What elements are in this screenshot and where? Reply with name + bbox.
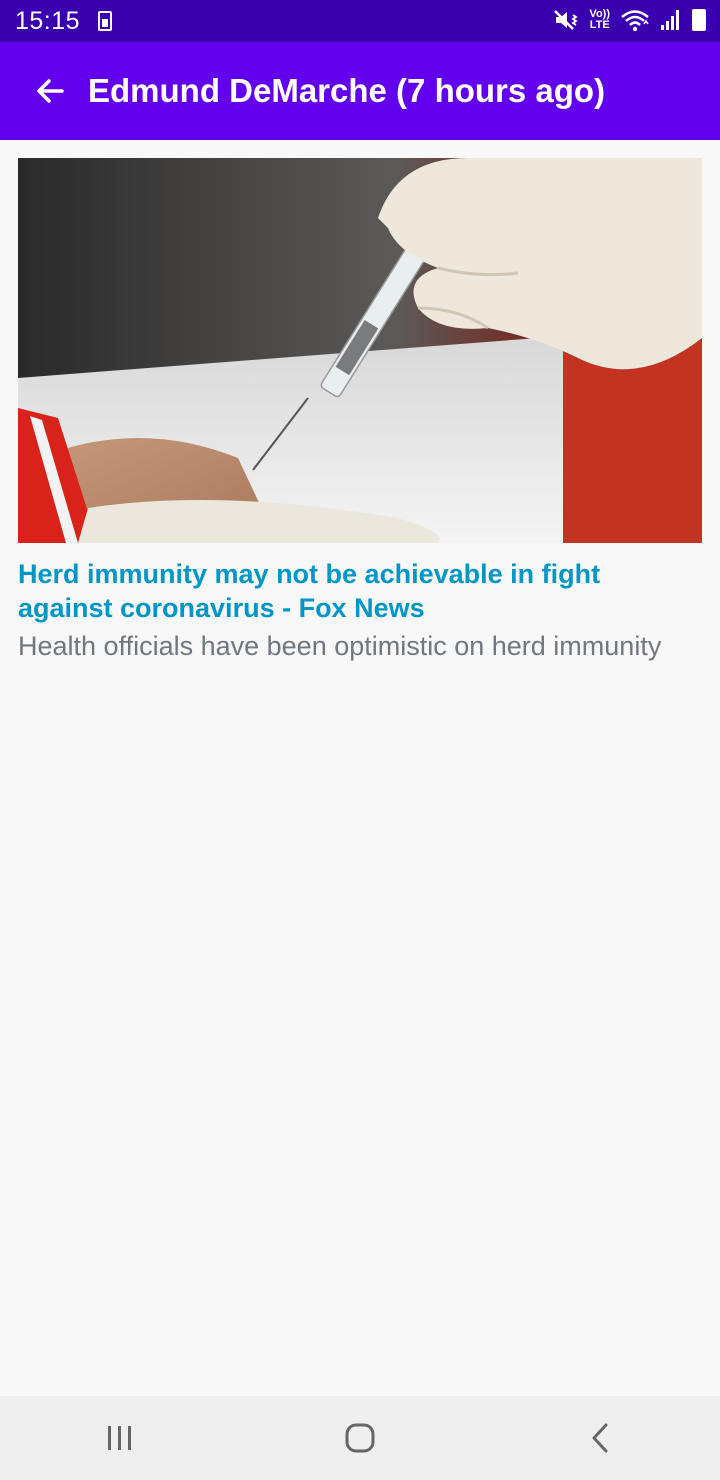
article-summary: Health officials have been optimistic on… bbox=[18, 631, 662, 661]
vaccine-syringe-photo bbox=[18, 158, 702, 543]
recent-apps-button[interactable] bbox=[80, 1408, 160, 1468]
home-button[interactable] bbox=[320, 1408, 400, 1468]
back-icon bbox=[592, 1423, 608, 1453]
volte-icon: Vo)) LTE bbox=[589, 9, 610, 31]
article-image[interactable] bbox=[18, 158, 702, 543]
article-card[interactable]: Herd immunity may not be achievable in f… bbox=[18, 158, 702, 663]
app-bar: Edmund DeMarche (7 hours ago) bbox=[0, 42, 720, 140]
back-button[interactable] bbox=[20, 61, 80, 121]
recent-apps-icon bbox=[108, 1426, 131, 1450]
signal-icon bbox=[661, 10, 679, 30]
arrow-back-icon bbox=[37, 79, 64, 103]
volte-bottom-text: LTE bbox=[589, 19, 610, 31]
article-headline[interactable]: Herd immunity may not be achievable in f… bbox=[18, 557, 702, 625]
page-title: Edmund DeMarche (7 hours ago) bbox=[88, 72, 606, 109]
status-time: 15:15 bbox=[15, 6, 81, 35]
system-nav-bar bbox=[0, 1396, 720, 1480]
nav-back-button[interactable] bbox=[560, 1408, 640, 1468]
home-icon bbox=[345, 1423, 375, 1453]
status-bar: 15:15 Vo)) LTE bbox=[0, 0, 720, 42]
battery-icon bbox=[692, 9, 706, 31]
mute-vibrate-icon bbox=[554, 10, 579, 30]
status-icons: Vo)) LTE bbox=[553, 8, 706, 32]
battery-saver-icon bbox=[98, 11, 113, 31]
wifi-icon bbox=[621, 10, 649, 32]
